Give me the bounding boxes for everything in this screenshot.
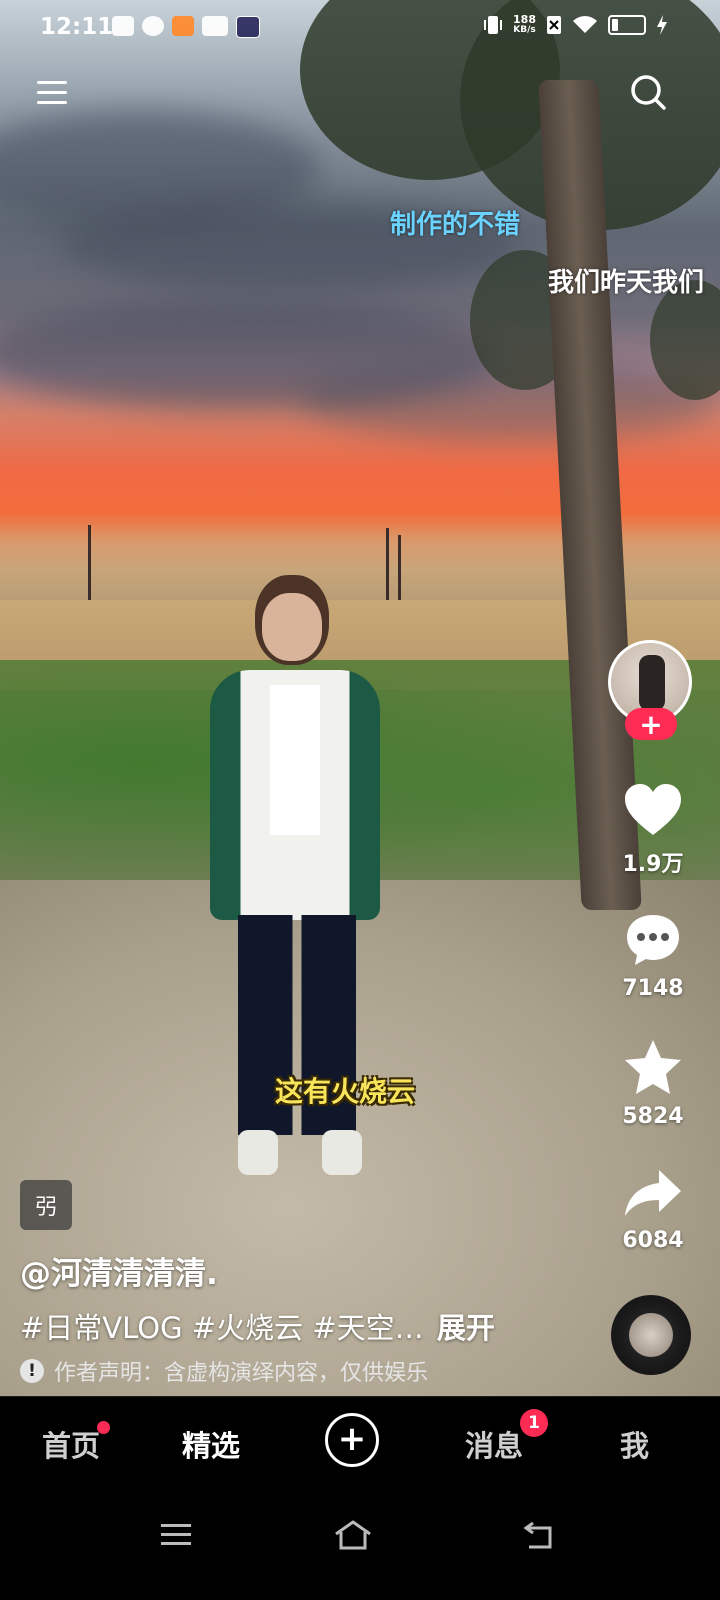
home-notification-dot [97, 1421, 110, 1434]
system-nav-bar [0, 1488, 720, 1600]
follow-button[interactable]: + [625, 708, 677, 741]
back-icon [523, 1521, 552, 1549]
app-icon [236, 16, 260, 38]
search-icon [631, 75, 666, 110]
author-disclaimer: ! 作者声明：含虚构演绎内容，仅供娱乐 [20, 1355, 428, 1387]
heart-icon [625, 784, 681, 835]
status-bar: 12:11 188 KB/s [0, 0, 720, 56]
description-text: #日常VLOG #火烧云 #天空… [20, 1311, 424, 1345]
net-speed-unit: KB/s [513, 25, 536, 35]
comment-button[interactable]: 7148 [612, 912, 694, 1001]
app-icon [172, 16, 194, 36]
danmaku-comment: 我们昨天我们 [548, 268, 705, 298]
status-time: 12:11 [40, 14, 114, 40]
vibrate-icon [484, 16, 503, 34]
disclaimer-text: 作者声明：含虚构演绎内容，仅供娱乐 [54, 1361, 429, 1386]
menu-lines-icon [161, 1524, 191, 1545]
messages-badge: 1 [520, 1409, 548, 1437]
comment-icon [627, 915, 679, 965]
star-icon [625, 1040, 681, 1094]
notification-icons [112, 16, 260, 38]
person-shoe [322, 1130, 362, 1175]
tab-home[interactable]: 首页 [42, 1423, 100, 1465]
favorite-count: 5824 [622, 1104, 684, 1129]
share-count: 6084 [622, 1228, 684, 1253]
create-button[interactable]: + [325, 1413, 379, 1467]
app-icon [142, 16, 164, 36]
menu-icon [37, 81, 67, 104]
bottom-tab-bar: 首页 精选 + 消息 1 我 [0, 1396, 720, 1489]
home-button[interactable] [328, 1510, 378, 1560]
no-sim-icon [547, 16, 561, 34]
author-name[interactable]: @河清清清清. [20, 1248, 218, 1293]
like-count: 1.9万 [622, 852, 684, 877]
utility-pole [398, 535, 401, 600]
tab-messages[interactable]: 消息 [465, 1423, 523, 1465]
person-face [262, 593, 322, 661]
wifi-icon [573, 16, 597, 33]
net-speed-value: 188 [513, 13, 536, 26]
home-icon [335, 1520, 371, 1550]
battery-icon [608, 15, 646, 35]
charging-icon [657, 15, 667, 35]
net-speed: 188 KB/s [513, 14, 536, 36]
exclamation-icon: ! [20, 1359, 44, 1383]
tab-featured[interactable]: 精选 [182, 1423, 240, 1465]
share-button[interactable]: 6084 [612, 1166, 694, 1253]
like-button[interactable]: 1.9万 [612, 782, 694, 878]
back-button[interactable] [514, 1510, 564, 1560]
favorite-button[interactable]: 5824 [612, 1038, 694, 1129]
music-disc[interactable] [611, 1295, 691, 1375]
video-subtitle: 这有火烧云 [275, 1075, 416, 1108]
avatar-figure [639, 655, 665, 711]
tab-me[interactable]: 我 [620, 1423, 649, 1465]
video-description[interactable]: #日常VLOG #火烧云 #天空… 展开 [20, 1305, 495, 1347]
status-right: 188 KB/s [483, 14, 668, 36]
search-button[interactable] [626, 70, 670, 114]
share-icon [625, 1170, 681, 1216]
comment-count: 7148 [622, 976, 684, 1001]
tag-chip[interactable]: 弜 [20, 1180, 72, 1230]
danmaku-comment: 制作的不错 [390, 210, 521, 240]
music-cover [629, 1313, 673, 1357]
expand-link[interactable]: 展开 [437, 1311, 495, 1345]
notification-icon [112, 16, 134, 36]
person-shoe [238, 1130, 278, 1175]
person-shirt [270, 685, 320, 835]
utility-pole [88, 525, 91, 600]
plus-icon: + [337, 1418, 367, 1459]
recents-button[interactable] [151, 1510, 201, 1560]
vivo-icon [202, 16, 228, 36]
menu-button[interactable] [30, 70, 74, 114]
